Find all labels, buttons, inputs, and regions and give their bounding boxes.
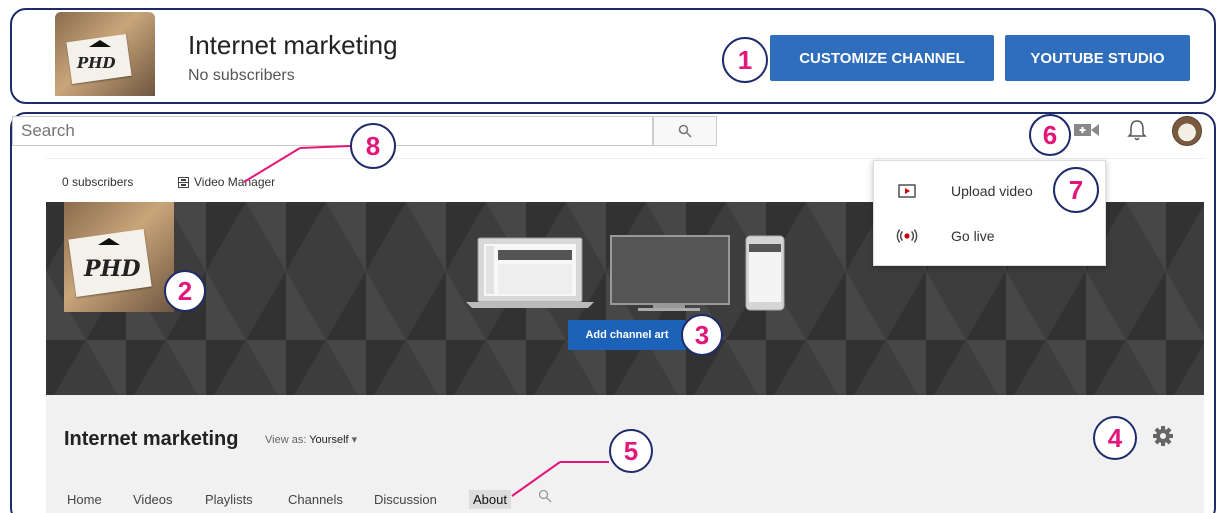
bell-icon <box>1127 120 1147 141</box>
channel-title: Internet marketing <box>188 30 398 60</box>
channel-icon[interactable]: PHD <box>64 202 174 312</box>
customize-channel-button[interactable]: CUSTOMIZE CHANNEL <box>770 35 994 81</box>
channel-page-title: Internet marketing <box>64 428 239 450</box>
tab-about[interactable]: About <box>469 490 511 509</box>
video-manager-label: Video Manager <box>194 175 276 189</box>
callout-2: 2 <box>164 270 206 312</box>
tab-home[interactable]: Home <box>67 492 102 507</box>
add-channel-art-button[interactable]: Add channel art <box>568 320 686 350</box>
video-manager-link[interactable]: Video Manager <box>178 175 275 189</box>
menu-item-label: Go live <box>951 228 995 244</box>
film-icon <box>178 176 189 188</box>
search-icon <box>678 124 692 138</box>
channel-thumbnail: PHD <box>55 12 155 96</box>
callout-4: 4 <box>1093 416 1137 460</box>
account-avatar[interactable] <box>1172 116 1202 146</box>
search-button[interactable] <box>653 116 717 146</box>
notifications-button[interactable] <box>1127 118 1147 147</box>
tab-discussion[interactable]: Discussion <box>374 492 437 507</box>
tab-channels[interactable]: Channels <box>288 492 343 507</box>
view-as-selector[interactable]: View as: Yourself ▾ <box>265 433 357 446</box>
channel-subscriber-count: 0 subscribers <box>62 175 134 189</box>
callout-1: 1 <box>722 37 768 83</box>
callout-7: 7 <box>1053 167 1099 213</box>
callout-6: 6 <box>1029 114 1071 156</box>
channel-icon-text: PHD <box>84 256 141 282</box>
caret-down-icon: ▾ <box>351 434 358 446</box>
callout-8: 8 <box>350 123 396 169</box>
menu-item-go-live[interactable]: Go live <box>874 216 1107 256</box>
view-as-label: View as: <box>265 434 307 446</box>
upload-video-icon <box>896 184 918 198</box>
channel-search-button[interactable] <box>538 489 552 508</box>
thumbnail-text: PHD <box>77 54 116 72</box>
menu-item-label: Upload video <box>951 183 1033 199</box>
search-icon <box>538 489 552 503</box>
callout-3: 3 <box>681 314 723 356</box>
callout-5: 5 <box>609 429 653 473</box>
video-camera-icon <box>1074 124 1099 136</box>
gear-icon <box>1153 426 1173 446</box>
tab-playlists[interactable]: Playlists <box>205 492 253 507</box>
search-input[interactable] <box>12 116 653 146</box>
view-as-value: Yourself <box>309 434 349 446</box>
live-broadcast-icon <box>896 229 918 243</box>
youtube-studio-button[interactable]: YOUTUBE STUDIO <box>1005 35 1190 81</box>
subscriber-count: No subscribers <box>188 67 295 84</box>
channel-settings-button[interactable] <box>1152 425 1174 452</box>
create-video-button[interactable] <box>1073 120 1101 145</box>
tab-videos[interactable]: Videos <box>133 492 173 507</box>
